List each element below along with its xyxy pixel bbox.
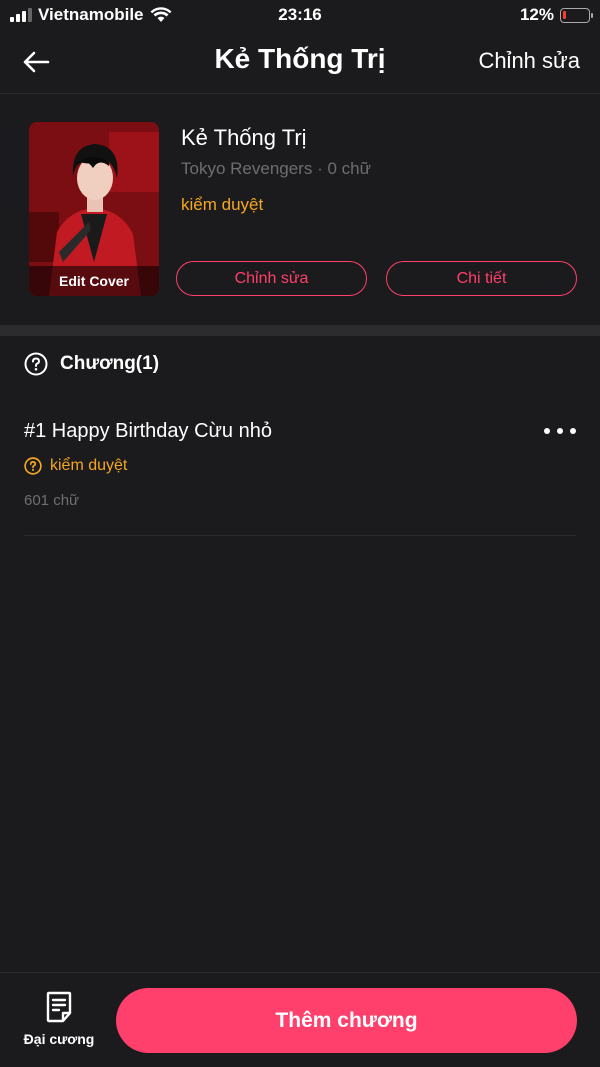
question-circle-icon[interactable] [24,352,48,376]
edit-book-button[interactable]: Chỉnh sửa [176,261,367,296]
document-icon [46,991,72,1023]
status-time: 23:16 [278,5,322,24]
chapter-status-label: kiểm duyệt [50,457,128,474]
question-circle-icon [24,457,42,475]
bottom-bar: Đại cương Thêm chương [0,972,600,1067]
chapter-status: kiểm duyệt [24,457,127,475]
chapter-title[interactable]: #1 Happy Birthday Cừu nhỏ [24,420,272,443]
edit-cover-label[interactable]: Edit Cover [29,266,159,296]
top-nav: Kẻ Thống Trị Chỉnh sửa [0,30,600,94]
more-options-icon[interactable] [544,424,576,438]
chapter-row[interactable]: #1 Happy Birthday Cừu nhỏ kiểm duyệt 601… [24,410,576,536]
outline-button[interactable]: Đại cương [22,991,96,1047]
battery-level [563,10,566,19]
status-right: 12% [519,5,593,25]
battery-percent: 12% [519,5,554,24]
status-bar: Vietnamobile 23:16 12% [0,0,600,30]
detail-button[interactable]: Chi tiết [386,261,577,296]
battery-icon [560,7,593,23]
book-info: Edit Cover Kẻ Thống Trị Tokyo Revengers … [0,94,600,325]
chapter-count-label: Chương(1) [60,353,160,374]
chapter-section-header: Chương(1) [24,352,159,376]
book-cover[interactable]: Edit Cover [29,122,159,296]
book-status: kiểm duyệt [181,195,264,214]
book-title: Kẻ Thống Trị [181,125,307,150]
chapter-word-count: 601 chữ [24,492,80,509]
book-meta: Tokyo Revengers · 0 chữ [181,159,371,178]
section-divider [0,325,600,336]
add-chapter-button[interactable]: Thêm chương [116,988,577,1053]
outline-label: Đại cương [23,1031,95,1047]
edit-button[interactable]: Chỉnh sửa [478,48,580,74]
